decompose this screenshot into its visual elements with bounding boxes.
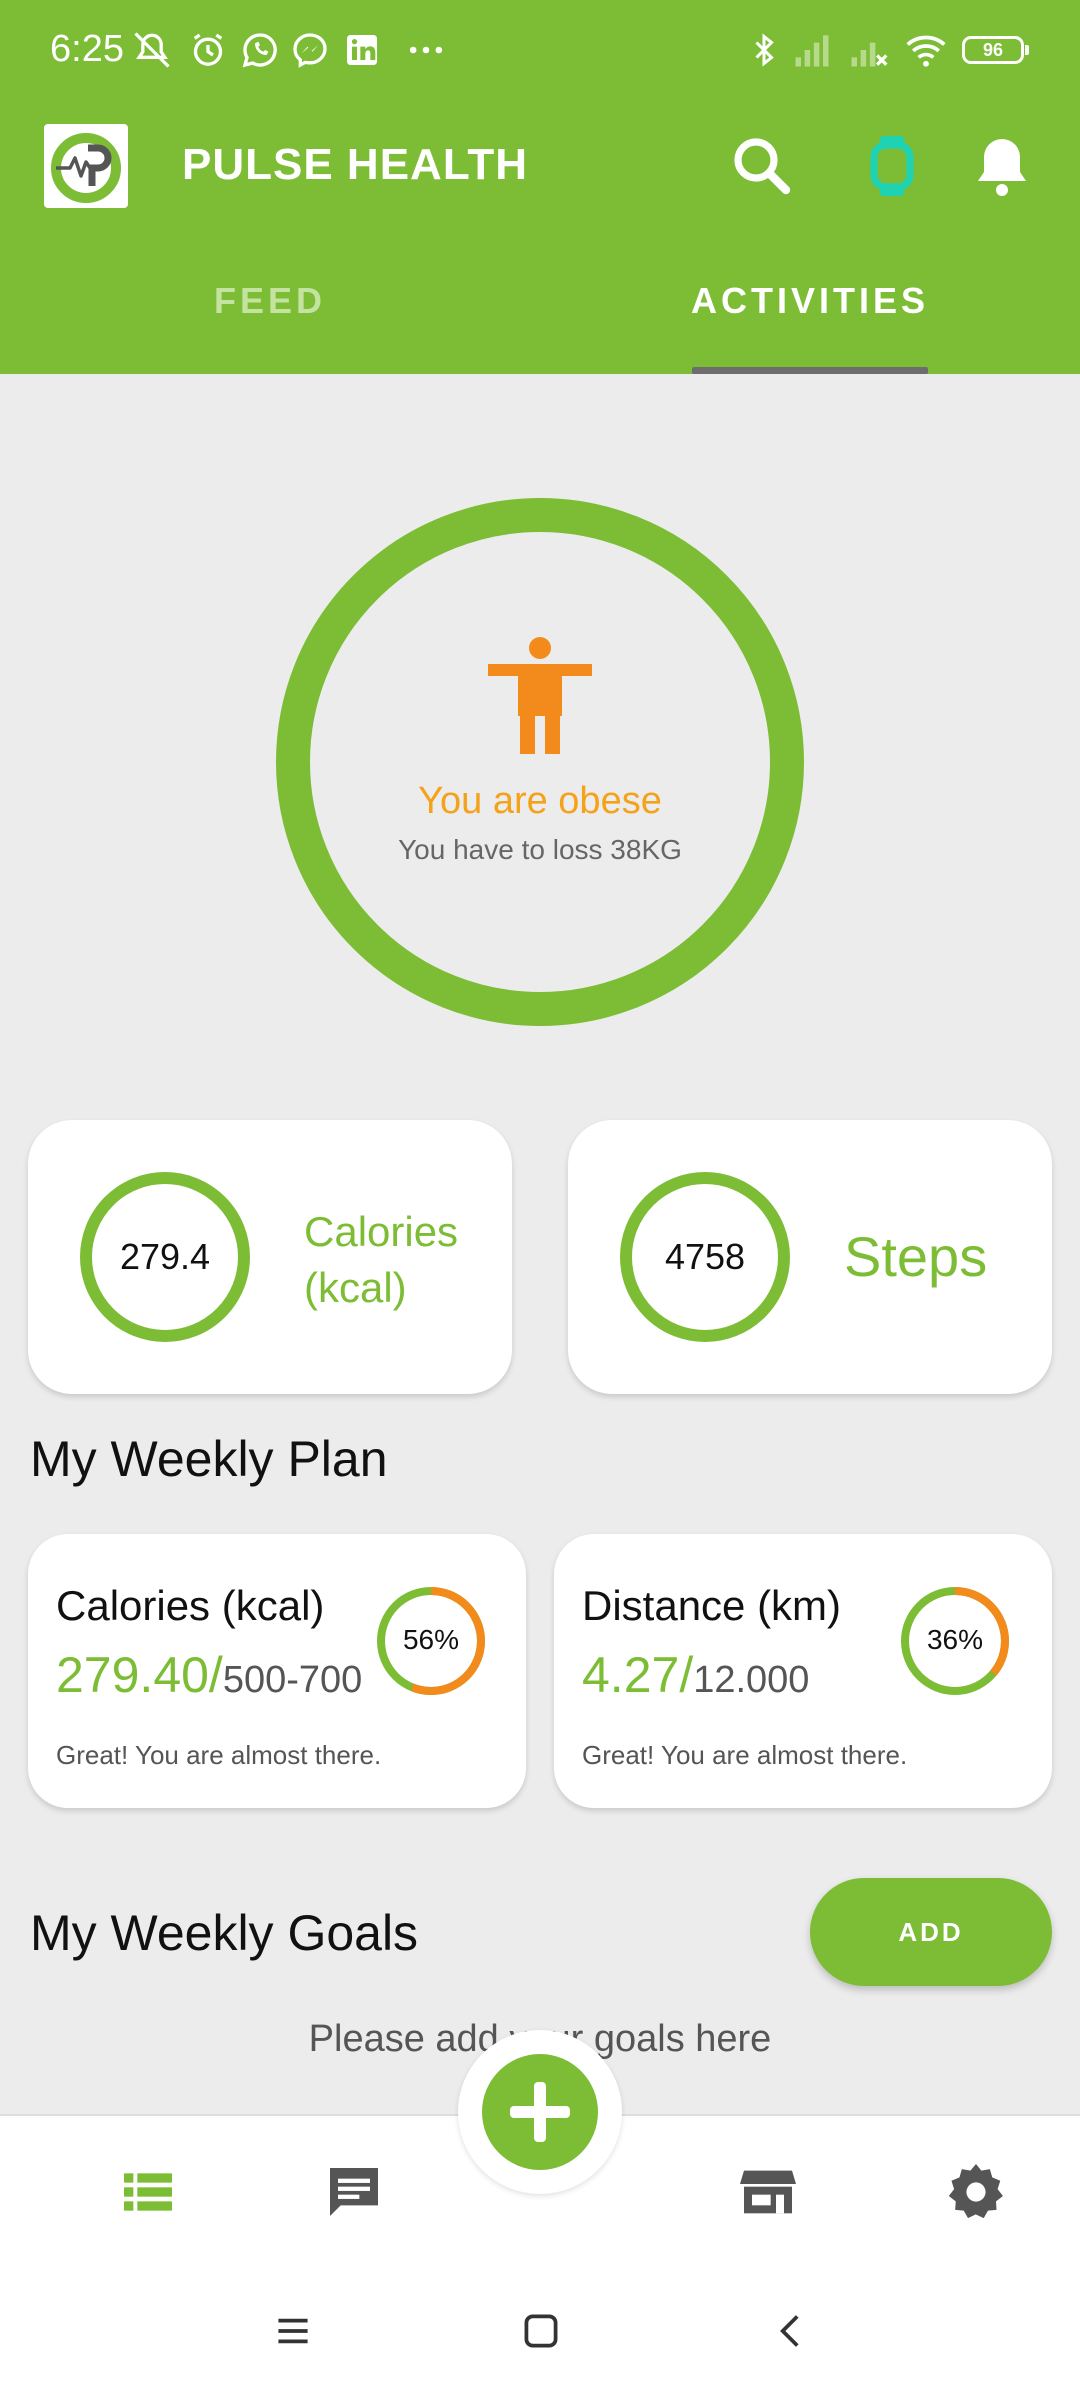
more-dots-icon [409, 46, 443, 54]
weekly-goals-title: My Weekly Goals [30, 1905, 419, 1961]
settings-icon[interactable] [944, 2160, 1008, 2224]
steps-label: Steps [844, 1225, 988, 1288]
home-icon[interactable] [516, 2306, 566, 2356]
list-icon[interactable] [116, 2160, 180, 2224]
bmi-message: You have to loss 38KG [398, 834, 682, 865]
add-icon[interactable] [482, 2054, 598, 2170]
plan-card-value: 4.27/12.000 [582, 1646, 809, 1704]
tab-feed[interactable]: FEED [110, 280, 430, 350]
plan-current: 279.40/ [56, 1647, 223, 1703]
wifi-icon [906, 35, 946, 67]
calories-value: 279.4 [80, 1172, 250, 1342]
person-icon [488, 637, 592, 754]
plan-target: 500-700 [222, 1659, 363, 1701]
bluetooth-icon [755, 33, 774, 67]
status-time: 6:25 [50, 28, 124, 70]
plan-card-title: Distance (km) [582, 1582, 842, 1629]
plan-note: Great! You are almost there. [582, 1740, 908, 1770]
bell-icon[interactable] [966, 130, 1038, 202]
plan-card-title: Calories (kcal) [56, 1582, 325, 1629]
chat-icon[interactable] [322, 2160, 386, 2224]
smartwatch-icon[interactable] [856, 130, 928, 202]
calories-label: Calories (kcal) [304, 1208, 459, 1311]
store-icon[interactable] [736, 2160, 800, 2224]
plan-percent: 56% [402, 1624, 460, 1655]
messenger-icon [293, 33, 327, 68]
mute-icon [134, 32, 170, 68]
plan-card-value: 279.40/500-700 [56, 1646, 362, 1704]
whatsapp-icon [242, 33, 277, 68]
app-title: PULSE HEALTH [182, 140, 529, 189]
plan-card-distance[interactable]: Distance (km) 4.27/12.000 36% Great! You… [554, 1534, 1052, 1808]
weekly-plan-title: My Weekly Plan [30, 1431, 388, 1487]
status-bar: 6:25 96 [0, 0, 1080, 100]
app-header: 6:25 96 PULSE HEALTH FEED ACTIVITIES [0, 0, 1080, 374]
linkedin-icon [347, 35, 377, 65]
battery-icon: 96 [962, 36, 1029, 64]
app-logo-icon [44, 124, 128, 208]
plan-target: 12.000 [693, 1659, 810, 1701]
plan-card-calories[interactable]: Calories (kcal) 279.40/500-700 56% Great… [28, 1534, 526, 1808]
alarm-icon [193, 33, 223, 66]
steps-value: 4758 [620, 1172, 790, 1342]
tab-indicator [692, 367, 928, 374]
plan-current: 4.27/ [582, 1647, 694, 1703]
search-icon[interactable] [726, 130, 798, 202]
tab-activities[interactable]: ACTIVITIES [660, 280, 960, 350]
bmi-status: You are obese [418, 780, 662, 822]
back-icon[interactable] [766, 2306, 816, 2356]
add-goal-button[interactable]: ADD [810, 1878, 1052, 1986]
signal-icon [795, 35, 829, 67]
bmi-ring [276, 498, 804, 1026]
menu-icon[interactable] [268, 2306, 318, 2356]
calories-card[interactable]: 279.4 Calories (kcal) [28, 1120, 512, 1394]
plan-percent: 36% [926, 1624, 984, 1655]
signal-off-icon [851, 42, 888, 67]
plan-note: Great! You are almost there. [56, 1740, 382, 1770]
steps-card[interactable]: 4758 Steps [568, 1120, 1052, 1394]
